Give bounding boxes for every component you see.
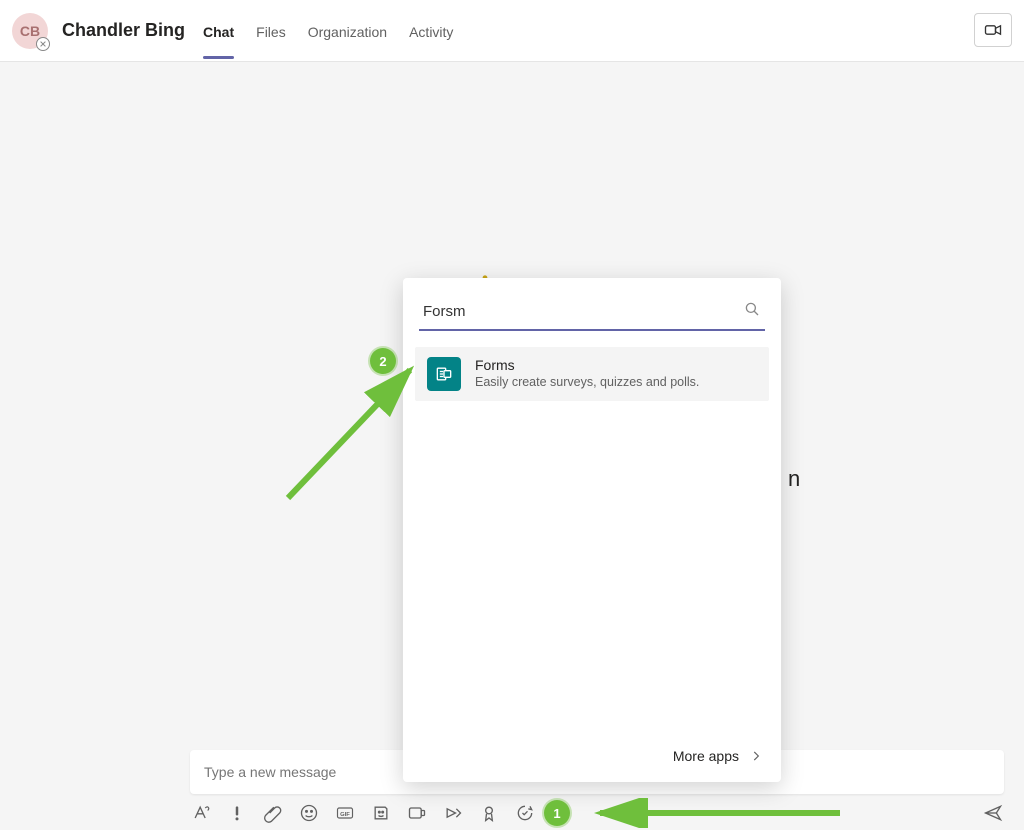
forms-app-icon	[427, 357, 461, 391]
svg-text:GIF: GIF	[340, 812, 350, 818]
video-icon	[983, 20, 1003, 40]
app-result-subtitle: Easily create surveys, quizzes and polls…	[475, 375, 699, 389]
priority-icon[interactable]	[226, 802, 248, 824]
praise-icon[interactable]	[478, 802, 500, 824]
search-icon	[743, 300, 761, 323]
sticker-icon[interactable]	[370, 802, 392, 824]
app-picker-popup: Forms Easily create surveys, quizzes and…	[403, 278, 781, 782]
avatar[interactable]: CB	[12, 13, 48, 49]
tab-organization[interactable]: Organization	[308, 4, 387, 58]
tab-files[interactable]: Files	[256, 4, 286, 58]
annotation-callout-2: 2	[370, 348, 396, 374]
avatar-initials: CB	[20, 23, 40, 39]
stream-icon[interactable]	[442, 802, 464, 824]
tab-bar: Chat Files Organization Activity	[203, 4, 453, 58]
attach-icon[interactable]	[262, 802, 284, 824]
app-result-text: Forms Easily create surveys, quizzes and…	[475, 357, 699, 389]
emoji-icon[interactable]	[298, 802, 320, 824]
more-apps-link[interactable]: More apps	[673, 748, 763, 764]
chat-title: Chandler Bing	[62, 20, 185, 41]
presence-offline-icon	[36, 37, 50, 51]
tab-activity[interactable]: Activity	[409, 4, 453, 58]
annotation-callout-1: 1	[544, 800, 570, 826]
app-search-field[interactable]	[419, 294, 765, 331]
chat-header: CB Chandler Bing Chat Files Organization…	[0, 0, 1024, 62]
gif-icon[interactable]: GIF	[334, 802, 356, 824]
tab-chat[interactable]: Chat	[203, 4, 234, 58]
app-search-input[interactable]	[423, 303, 743, 320]
app-result-title: Forms	[475, 357, 699, 373]
app-search-wrap	[403, 278, 781, 339]
more-apps-label: More apps	[673, 748, 739, 764]
bg-text-fragment: n	[788, 466, 800, 492]
approvals-icon[interactable]	[514, 802, 536, 824]
video-call-button[interactable]	[974, 13, 1012, 47]
send-button[interactable]	[982, 802, 1004, 824]
app-result-forms[interactable]: Forms Easily create surveys, quizzes and…	[415, 347, 769, 401]
chevron-right-icon	[749, 749, 763, 763]
meet-now-icon[interactable]	[406, 802, 428, 824]
format-icon[interactable]	[190, 802, 212, 824]
compose-toolbar: GIF	[190, 796, 1004, 830]
